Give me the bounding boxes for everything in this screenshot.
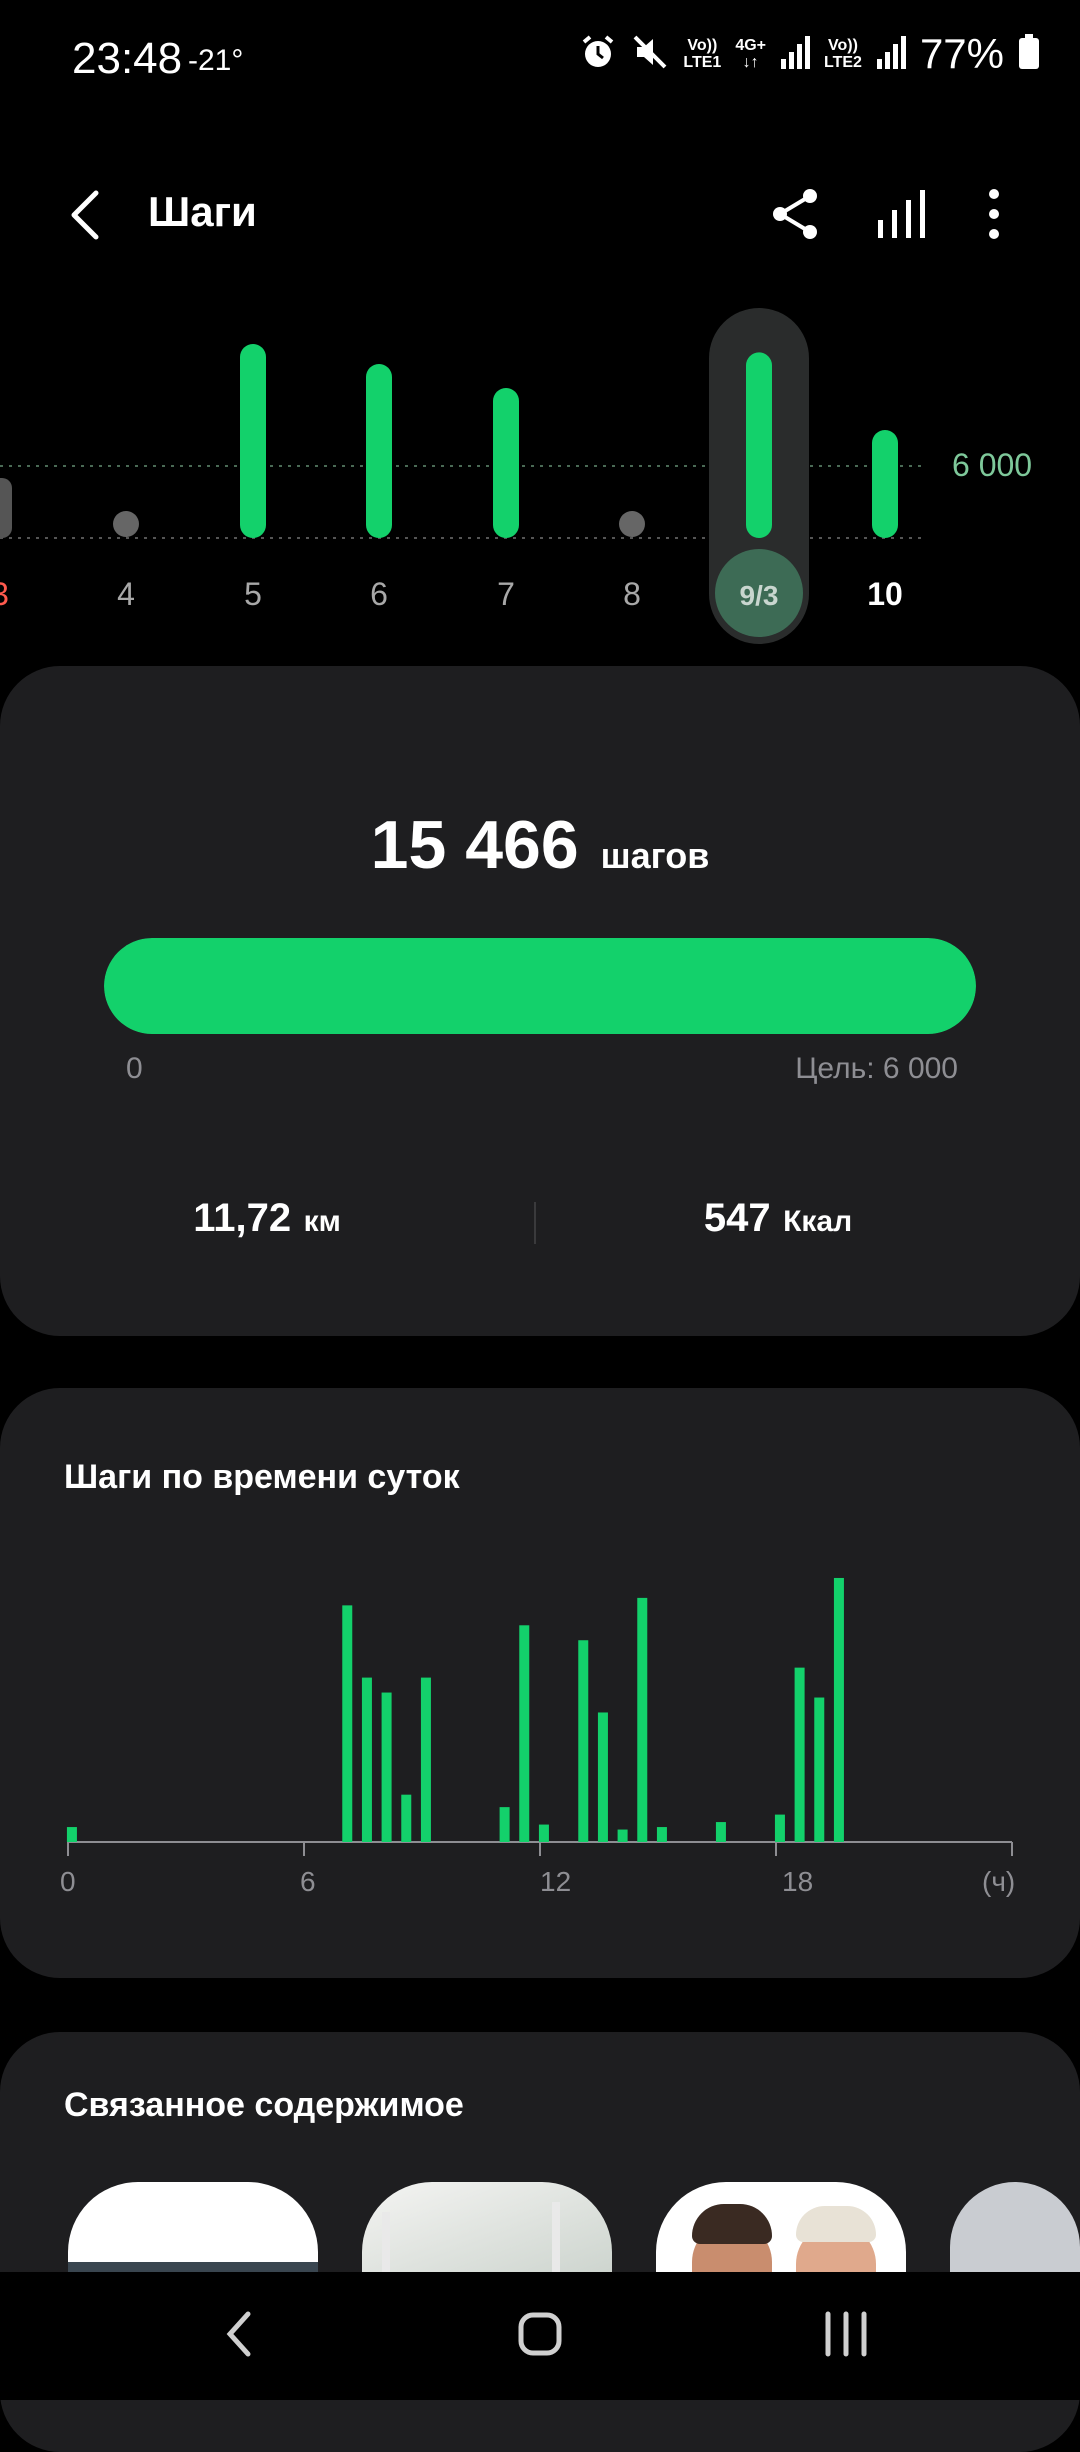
calories-unit: Ккал xyxy=(783,1205,853,1238)
hourly-bar xyxy=(519,1625,530,1842)
page-title: Шаги xyxy=(148,188,257,235)
goal-label: Цель: 6 000 xyxy=(795,1052,958,1085)
day-label[interactable]: 5 xyxy=(244,576,262,612)
day-label[interactable]: 6 xyxy=(370,576,388,612)
chevron-left-icon xyxy=(210,2311,270,2368)
status-icons: Vo)) LTE1 4G+ ↓↑ Vo)) LTE2 77% xyxy=(579,30,1040,78)
hourly-bar xyxy=(637,1597,648,1842)
hourly-bar xyxy=(361,1677,372,1842)
hourly-bar xyxy=(814,1697,825,1842)
nav-recents-button[interactable] xyxy=(816,2304,876,2369)
hourly-bar xyxy=(381,1692,392,1842)
hourly-bar xyxy=(538,1824,549,1842)
hourly-bar xyxy=(794,1667,805,1842)
hourly-tick-label: 18 xyxy=(782,1866,814,1897)
week-chart-svg: 6 000 3 4 5 6 7 8 9/3 10 xyxy=(0,308,1032,644)
battery-percent: 77% xyxy=(919,30,1004,77)
nav-back-button[interactable] xyxy=(210,2304,270,2369)
share-icon xyxy=(764,189,828,250)
day-bar[interactable] xyxy=(746,352,772,538)
trends-button[interactable] xyxy=(868,182,932,246)
system-nav-bar xyxy=(0,2272,1080,2400)
day-bar[interactable] xyxy=(872,430,898,538)
day-empty-dot xyxy=(113,511,139,537)
hourly-tick-label: 6 xyxy=(300,1866,316,1897)
hourly-bar xyxy=(578,1640,589,1842)
steps-summary-card: 15 466 шагов 0 Цель: 6 000 11,72 км 547 К… xyxy=(0,666,1080,1336)
hourly-bar xyxy=(420,1677,431,1842)
back-button[interactable] xyxy=(58,185,118,245)
hourly-bar xyxy=(401,1794,412,1842)
calories-value: 547 xyxy=(703,1196,771,1240)
progress-min-label: 0 xyxy=(126,1052,143,1085)
network-type: 4G+ ↓↑ xyxy=(735,37,766,71)
day-label[interactable]: 4 xyxy=(117,576,135,612)
hourly-steps-card[interactable]: Шаги по времени суток 0 6 12 18 (ч) xyxy=(0,1388,1080,1978)
calories-stat: 547 Ккал xyxy=(536,1196,1020,1241)
sim1-indicator: Vo)) LTE1 xyxy=(683,37,722,71)
goal-value-label: 6 000 xyxy=(952,447,1032,483)
day-bar[interactable] xyxy=(366,364,392,538)
share-button[interactable] xyxy=(764,182,828,246)
signal-icon xyxy=(780,35,810,74)
steps-progress-bar xyxy=(104,938,976,1034)
steps-count: 15 466 xyxy=(370,807,579,883)
nav-home-button[interactable] xyxy=(510,2304,570,2369)
day-bar[interactable] xyxy=(240,344,266,538)
steps-progress-fill xyxy=(104,938,976,1034)
more-options-button[interactable] xyxy=(962,182,1026,246)
day-label[interactable]: 3 xyxy=(0,576,9,612)
day-bar[interactable] xyxy=(493,388,519,538)
hourly-tick-label: 0 xyxy=(60,1866,76,1897)
more-vertical-icon xyxy=(962,189,1026,250)
steps-unit: шагов xyxy=(600,835,710,876)
mute-icon xyxy=(631,33,669,76)
day-label[interactable]: 7 xyxy=(497,576,515,612)
sim2-indicator: Vo)) LTE2 xyxy=(824,37,862,71)
status-bar: 23:48 -21° Vo)) LTE1 4G+ ↓↑ Vo)) LTE2 77% xyxy=(0,0,1080,120)
hourly-bar xyxy=(656,1827,667,1842)
day-label[interactable]: 9/3 xyxy=(740,580,779,611)
day-label[interactable]: 8 xyxy=(623,576,641,612)
hourly-bar xyxy=(715,1822,726,1842)
hourly-bar xyxy=(774,1814,785,1842)
hourly-axis-unit: (ч) xyxy=(982,1866,1016,1897)
distance-unit: км xyxy=(303,1205,341,1238)
day-label[interactable]: 10 xyxy=(867,576,903,612)
home-icon xyxy=(510,2312,570,2368)
hourly-tick-label: 12 xyxy=(540,1866,572,1897)
app-header: Шаги xyxy=(0,160,1080,270)
day-empty-dot xyxy=(619,511,645,537)
bar-chart-icon xyxy=(868,190,932,250)
chevron-left-icon xyxy=(58,190,118,249)
hourly-bar xyxy=(66,1827,77,1842)
battery-icon xyxy=(1018,33,1040,75)
hourly-bar xyxy=(833,1577,844,1842)
hourly-bar xyxy=(597,1712,608,1842)
related-title: Связанное содержимое xyxy=(64,2086,464,2124)
week-steps-chart: 6 000 3 4 5 6 7 8 9/3 10 xyxy=(0,300,1080,650)
hourly-bar xyxy=(499,1807,510,1842)
partial-day-marker xyxy=(0,478,12,538)
distance-value: 11,72 xyxy=(193,1196,292,1240)
signal-icon xyxy=(876,35,906,74)
recents-icon xyxy=(816,2311,876,2368)
status-time: 23:48 xyxy=(72,34,183,83)
distance-stat: 11,72 км xyxy=(0,1196,534,1241)
hourly-bar xyxy=(342,1605,353,1842)
alarm-icon xyxy=(579,33,617,76)
steps-total: 15 466 шагов xyxy=(0,806,1080,884)
hourly-bar xyxy=(617,1829,628,1842)
status-temperature: -21° xyxy=(188,44,244,77)
